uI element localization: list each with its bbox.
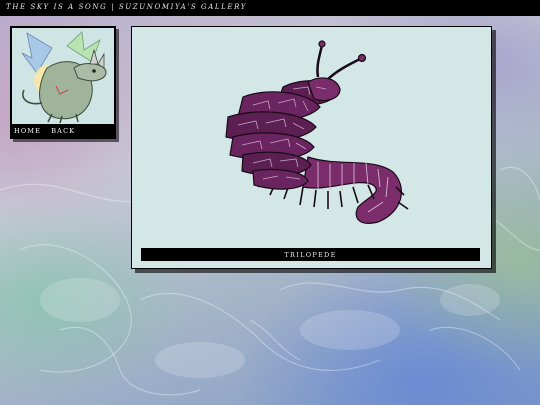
top-bar: THE SKY IS A SONG | SUZUNOMIYA'S GALLERY	[0, 0, 540, 16]
artwork-title: TRILOPEDE	[284, 251, 337, 259]
avatar	[12, 28, 114, 124]
back-link[interactable]: BACK	[51, 127, 75, 137]
trilopede-creature-illustration	[225, 40, 409, 224]
caption-bar: TRILOPEDE	[141, 248, 480, 261]
nav-links: HOME BACK	[14, 127, 75, 137]
dragon-avatar-icon	[12, 28, 114, 124]
artwork-panel: TRILOPEDE	[131, 26, 492, 269]
home-link[interactable]: HOME	[14, 127, 41, 137]
sidebar-panel: HOME BACK	[10, 26, 116, 139]
site-title: THE SKY IS A SONG | SUZUNOMIYA'S GALLERY	[6, 3, 247, 11]
